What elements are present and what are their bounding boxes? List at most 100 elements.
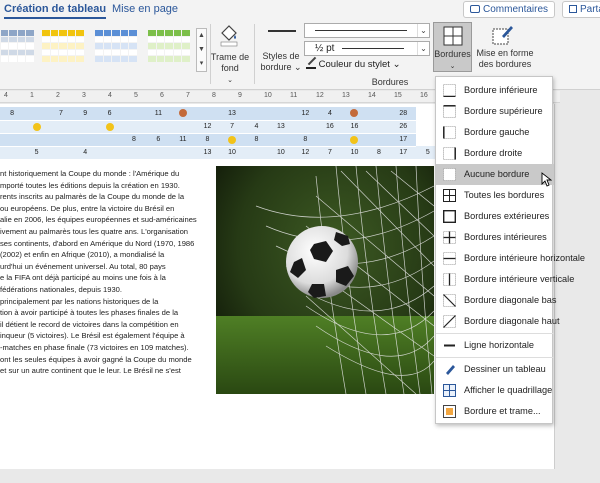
table-cell[interactable]: 4 [244,120,269,134]
table-cell[interactable]: 12 [195,120,220,134]
table-cell[interactable]: 8 [293,133,318,147]
table-cell[interactable] [170,107,196,121]
table-style-2[interactable] [42,30,84,62]
table-cell[interactable] [0,146,25,160]
table-cell[interactable] [146,120,171,134]
table-cell[interactable]: 4 [73,146,98,160]
table-cell[interactable]: 4 [317,107,343,121]
table-cell[interactable] [97,146,122,160]
table-cell[interactable] [121,120,147,134]
table-cell[interactable] [342,133,367,147]
menu-item-inside-horizontal-border[interactable]: Bordure intérieure horizontale [436,248,585,269]
table-cell[interactable] [0,133,25,147]
table-cell[interactable]: 17 [391,146,416,160]
pen-color-button[interactable]: Couleur du stylet ⌄ [306,56,401,70]
table-cell[interactable]: 8 [244,133,269,147]
borders-button[interactable]: Bordures ⌄ [433,22,472,72]
table-cell[interactable] [342,107,367,121]
table-cell[interactable]: 13 [268,120,294,134]
shading-button[interactable]: Trame de fond ⌄ [208,52,252,86]
menu-item-borders-and-shading[interactable]: Bordure et trame... [436,401,554,422]
menu-item-draw-table[interactable]: Dessiner un tableau [436,359,554,380]
border-styles-button[interactable]: Styles de bordure ⌄ [258,51,304,73]
shading-icon[interactable] [218,23,240,47]
table-cell[interactable]: 7 [48,107,74,121]
table-style-3[interactable] [95,30,137,62]
menu-item-inside-borders[interactable]: Bordures intérieures [436,227,554,248]
table-cell[interactable]: 10 [268,146,294,160]
table-cell[interactable]: 28 [391,107,416,121]
table-cell[interactable]: 7 [317,146,343,160]
table-cell[interactable]: 10 [342,146,367,160]
menu-item-border-left[interactable]: Bordure gauche [436,122,554,143]
menu-item-diagonal-up-border[interactable]: Bordure diagonale haut [436,311,560,332]
menu-item-outside-borders[interactable]: Bordures extérieures [436,206,554,227]
table-cell[interactable]: 8 [121,133,147,147]
table-cell[interactable]: 8 [195,133,220,147]
table-cell[interactable] [48,133,74,147]
table-cell[interactable]: 11 [146,107,171,121]
gallery-scroll[interactable]: ▲ ▼ ▾ [196,28,207,72]
table-cell[interactable]: 12 [293,107,318,121]
menu-item-border-top[interactable]: Bordure supérieure [436,101,554,122]
tab-layout[interactable]: Mise en page [112,3,178,15]
pen-weight-select[interactable]: ½ pt ⌄ [304,41,430,56]
table-cell[interactable]: 17 [391,133,416,147]
table-cell[interactable] [170,146,196,160]
menu-item-no-border[interactable]: Aucune bordure [436,164,554,185]
menu-item-all-borders[interactable]: Toutes les bordures [436,185,554,206]
table-cell[interactable] [219,133,245,147]
table-cell[interactable]: 13 [219,107,245,121]
table-cell[interactable]: 13 [195,146,220,160]
table-style-4[interactable] [148,30,190,62]
table-cell[interactable] [121,107,147,121]
table-cell[interactable]: 12 [293,146,318,160]
table-cell[interactable] [244,107,269,121]
table-cell[interactable] [293,120,318,134]
table-cell[interactable] [73,120,98,134]
table-cell[interactable]: 26 [391,120,416,134]
pen-style-select[interactable]: ⌄ [304,23,430,38]
menu-item-horizontal-line[interactable]: Ligne horizontale [436,335,554,356]
menu-item-diagonal-down-border[interactable]: Bordure diagonale bas [436,290,556,311]
table-cell[interactable] [48,120,74,134]
table-cell[interactable]: 9 [73,107,98,121]
menu-item-view-gridlines[interactable]: Afficher le quadrillage [436,380,554,401]
table-cell[interactable]: 16 [342,120,367,134]
table-cell[interactable] [244,146,269,160]
tab-table-design[interactable]: Création de tableau [4,3,107,19]
table-cell[interactable] [24,133,49,147]
share-button[interactable]: Parta [562,1,600,18]
table-cell[interactable]: 6 [146,133,171,147]
table-cell[interactable] [366,120,392,134]
border-painter-icon[interactable] [492,24,514,46]
table-cell[interactable] [317,133,343,147]
table-cell[interactable] [366,107,392,121]
table-cell[interactable]: 5 [24,146,49,160]
table-cell[interactable] [48,146,74,160]
table-cell[interactable] [24,120,49,134]
border-painter-button[interactable]: Mise en forme des bordures [472,48,538,70]
table-cell[interactable] [170,120,196,134]
table-cell[interactable] [73,133,98,147]
table-cell[interactable] [268,133,294,147]
table-cell[interactable] [97,120,122,134]
table-cell[interactable]: 8 [0,107,25,121]
table-cell[interactable]: 8 [366,146,392,160]
menu-item-border-bottom[interactable]: Bordure inférieure [436,80,554,101]
menu-item-inside-vertical-border[interactable]: Bordure intérieure verticale [436,269,574,290]
table-cell[interactable]: 6 [97,107,122,121]
table-cell[interactable]: 16 [317,120,343,134]
data-table[interactable]: 8 7 9 6 11 13 12 4 28 12 7 4 13 16 16 26 8 6 11 8 8 8 17 5 4 13 10… [0,107,440,160]
table-cell[interactable] [195,107,220,121]
table-cell[interactable]: 7 [219,120,245,134]
table-cell[interactable]: 10 [219,146,245,160]
comments-button[interactable]: Commentaires [463,1,555,18]
table-style-1[interactable] [0,30,34,62]
menu-item-border-right[interactable]: Bordure droite [436,143,554,164]
table-cell[interactable] [97,133,122,147]
body-paragraph[interactable]: nt historiquement la Coupe du monde : l'… [0,168,210,377]
table-cell[interactable] [24,107,49,121]
table-cell[interactable] [146,146,171,160]
table-cell[interactable] [0,120,25,134]
